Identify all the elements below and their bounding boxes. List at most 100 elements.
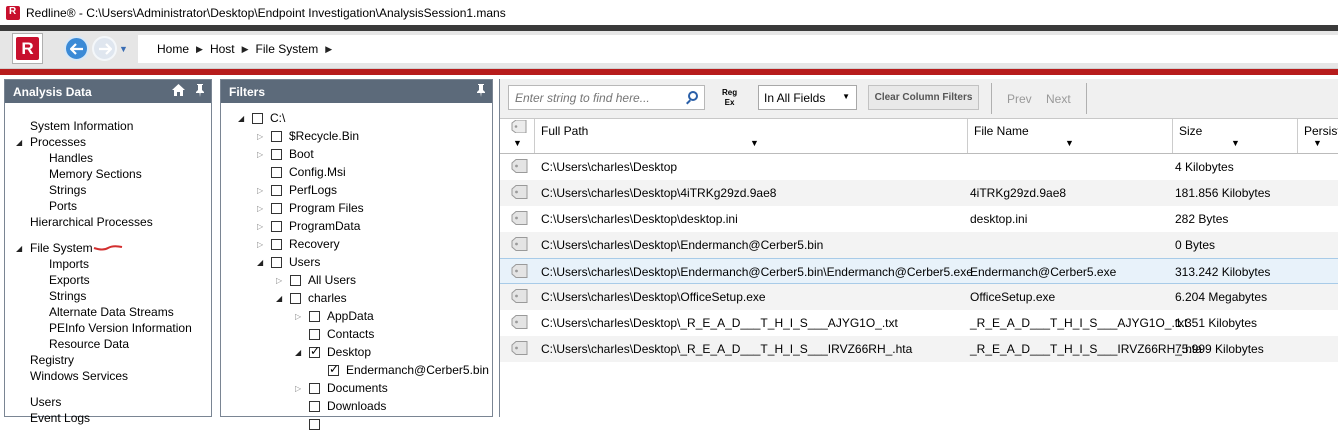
tag-icon[interactable]	[511, 237, 528, 251]
expand-closed-icon[interactable]: ▷	[295, 312, 301, 321]
filter-checkbox[interactable]	[271, 257, 282, 268]
filter-tree-item[interactable]: Endermanch@Cerber5.bin	[346, 363, 489, 377]
analysis-tree-item[interactable]: Memory Sections	[49, 167, 142, 181]
column-header-size[interactable]: Size ▼	[1173, 119, 1298, 153]
filter-tree-item[interactable]: AppData	[327, 309, 374, 323]
filter-checkbox[interactable]	[271, 185, 282, 196]
analysis-tree-item[interactable]: File System	[30, 241, 93, 255]
tag-icon[interactable]	[511, 211, 528, 225]
filter-tree-item[interactable]: Contacts	[327, 327, 374, 341]
filter-checkbox[interactable]	[328, 362, 339, 376]
analysis-tree-item[interactable]: System Information	[30, 119, 133, 133]
filter-tree-item[interactable]: Boot	[289, 147, 314, 161]
regex-toggle[interactable]: Reg Ex	[722, 88, 737, 108]
analysis-tree-item[interactable]: Windows Services	[30, 369, 128, 383]
filter-checkbox[interactable]	[252, 113, 263, 124]
tag-icon[interactable]	[511, 264, 528, 278]
expand-closed-icon[interactable]: ▷	[295, 384, 301, 393]
filter-tree-item[interactable]: All Users	[308, 273, 356, 287]
search-icon[interactable]	[688, 91, 698, 101]
expand-open-icon[interactable]: ◢	[276, 294, 282, 303]
expand-closed-icon[interactable]: ▷	[257, 186, 263, 195]
table-row[interactable]: C:\Users\charles\Desktop\Endermanch@Cerb…	[500, 258, 1338, 284]
table-row[interactable]: C:\Users\charles\Desktop\4iTRKg29zd.9ae8…	[500, 180, 1338, 206]
expand-open-icon[interactable]: ◢	[238, 114, 244, 123]
tag-icon[interactable]	[511, 289, 528, 303]
tag-column-header[interactable]: ▼	[500, 119, 535, 153]
filter-tree-item[interactable]: C:\	[270, 111, 285, 125]
expand-open-icon[interactable]: ◢	[16, 138, 22, 147]
pin-icon[interactable]	[476, 84, 486, 97]
forward-button[interactable]	[92, 36, 117, 61]
table-row[interactable]: C:\Users\charles\Desktop\desktop.ini desk…	[500, 206, 1338, 232]
column-header-persist[interactable]: Persist ▼	[1298, 119, 1338, 153]
expand-closed-icon[interactable]: ▷	[257, 132, 263, 141]
filter-tree-item[interactable]: Program Files	[289, 201, 364, 215]
expand-closed-icon[interactable]: ▷	[257, 204, 263, 213]
analysis-tree-item[interactable]: Handles	[49, 151, 93, 165]
filter-icon[interactable]: ▼	[1313, 138, 1322, 148]
filter-checkbox[interactable]	[271, 221, 282, 232]
filter-checkbox[interactable]	[309, 311, 320, 322]
analysis-tree-item[interactable]: Strings	[49, 289, 86, 303]
filter-checkbox[interactable]	[271, 239, 282, 250]
filter-checkbox[interactable]	[309, 419, 320, 430]
pin-icon[interactable]	[195, 84, 205, 97]
filter-tree-item[interactable]: PerfLogs	[289, 183, 337, 197]
analysis-tree-item[interactable]: Registry	[30, 353, 74, 367]
redline-logo[interactable]: R	[12, 33, 43, 64]
filter-checkbox[interactable]	[309, 344, 320, 358]
expand-closed-icon[interactable]: ▷	[257, 240, 263, 249]
expand-open-icon[interactable]: ◢	[295, 348, 301, 357]
filter-tree-item[interactable]: Users	[289, 255, 320, 269]
filter-checkbox[interactable]	[290, 275, 301, 286]
next-button[interactable]: Next	[1046, 92, 1071, 106]
table-row[interactable]: C:\Users\charles\Desktop\_R_E_A_D___T_H_…	[500, 336, 1338, 362]
table-row[interactable]: C:\Users\charles\Desktop\Endermanch@Cerb…	[500, 232, 1338, 258]
table-row[interactable]: C:\Users\charles\Desktop\OfficeSetup.exe…	[500, 284, 1338, 310]
filter-checkbox[interactable]	[290, 293, 301, 304]
expand-closed-icon[interactable]: ▷	[257, 222, 263, 231]
breadcrumb-separator-icon[interactable]: ▶	[325, 44, 332, 55]
expand-open-icon[interactable]: ◢	[16, 244, 22, 253]
analysis-tree-item[interactable]: PEInfo Version Information	[49, 321, 192, 335]
filter-icon[interactable]: ▼	[513, 138, 522, 148]
breadcrumb-separator-icon[interactable]: ▶	[242, 44, 249, 55]
breadcrumb-separator-icon[interactable]: ▶	[196, 44, 203, 55]
filter-checkbox[interactable]	[309, 401, 320, 412]
analysis-tree-item[interactable]: Strings	[49, 183, 86, 197]
column-header-full-path[interactable]: Full Path ▼	[535, 119, 968, 153]
column-header-file-name[interactable]: File Name ▼	[968, 119, 1173, 153]
filter-icon[interactable]: ▼	[1065, 138, 1074, 148]
analysis-tree-item[interactable]: Alternate Data Streams	[49, 305, 174, 319]
table-row[interactable]: C:\Users\charles\Desktop\_R_E_A_D___T_H_…	[500, 310, 1338, 336]
analysis-tree-item[interactable]: Imports	[49, 257, 89, 271]
filter-tree-item[interactable]: Desktop	[327, 345, 371, 359]
analysis-tree-item[interactable]: Ports	[49, 199, 77, 213]
tag-icon[interactable]	[511, 159, 528, 173]
analysis-tree-item[interactable]: Processes	[30, 135, 86, 149]
expand-open-icon[interactable]: ◢	[257, 258, 263, 267]
filter-tree-item[interactable]: ProgramData	[289, 219, 360, 233]
table-row[interactable]: C:\Users\charles\Desktop 4 Kilobytes	[500, 154, 1338, 180]
expand-closed-icon[interactable]: ▷	[276, 276, 282, 285]
expand-closed-icon[interactable]: ▷	[257, 150, 263, 159]
tag-icon[interactable]	[511, 185, 528, 199]
back-button[interactable]	[64, 36, 89, 61]
filter-tree-item[interactable]: $Recycle.Bin	[289, 129, 359, 143]
analysis-tree-item[interactable]: Exports	[49, 273, 90, 287]
filter-checkbox[interactable]	[271, 149, 282, 160]
tag-icon[interactable]	[511, 315, 528, 329]
filter-checkbox[interactable]	[271, 167, 282, 178]
home-icon[interactable]	[172, 84, 185, 96]
filter-tree-item[interactable]: Recovery	[289, 237, 340, 251]
filter-icon[interactable]: ▼	[1231, 138, 1240, 148]
breadcrumb-home[interactable]: Home	[157, 42, 189, 56]
filter-checkbox[interactable]	[309, 329, 320, 340]
breadcrumb-file-system[interactable]: File System	[256, 42, 319, 56]
field-scope-select[interactable]: In All Fields ▼	[758, 85, 857, 110]
analysis-tree-item[interactable]: Resource Data	[49, 337, 129, 351]
filter-tree-item[interactable]: Downloads	[327, 399, 386, 413]
search-input[interactable]	[513, 86, 687, 109]
filter-tree-item[interactable]: charles	[308, 291, 347, 305]
